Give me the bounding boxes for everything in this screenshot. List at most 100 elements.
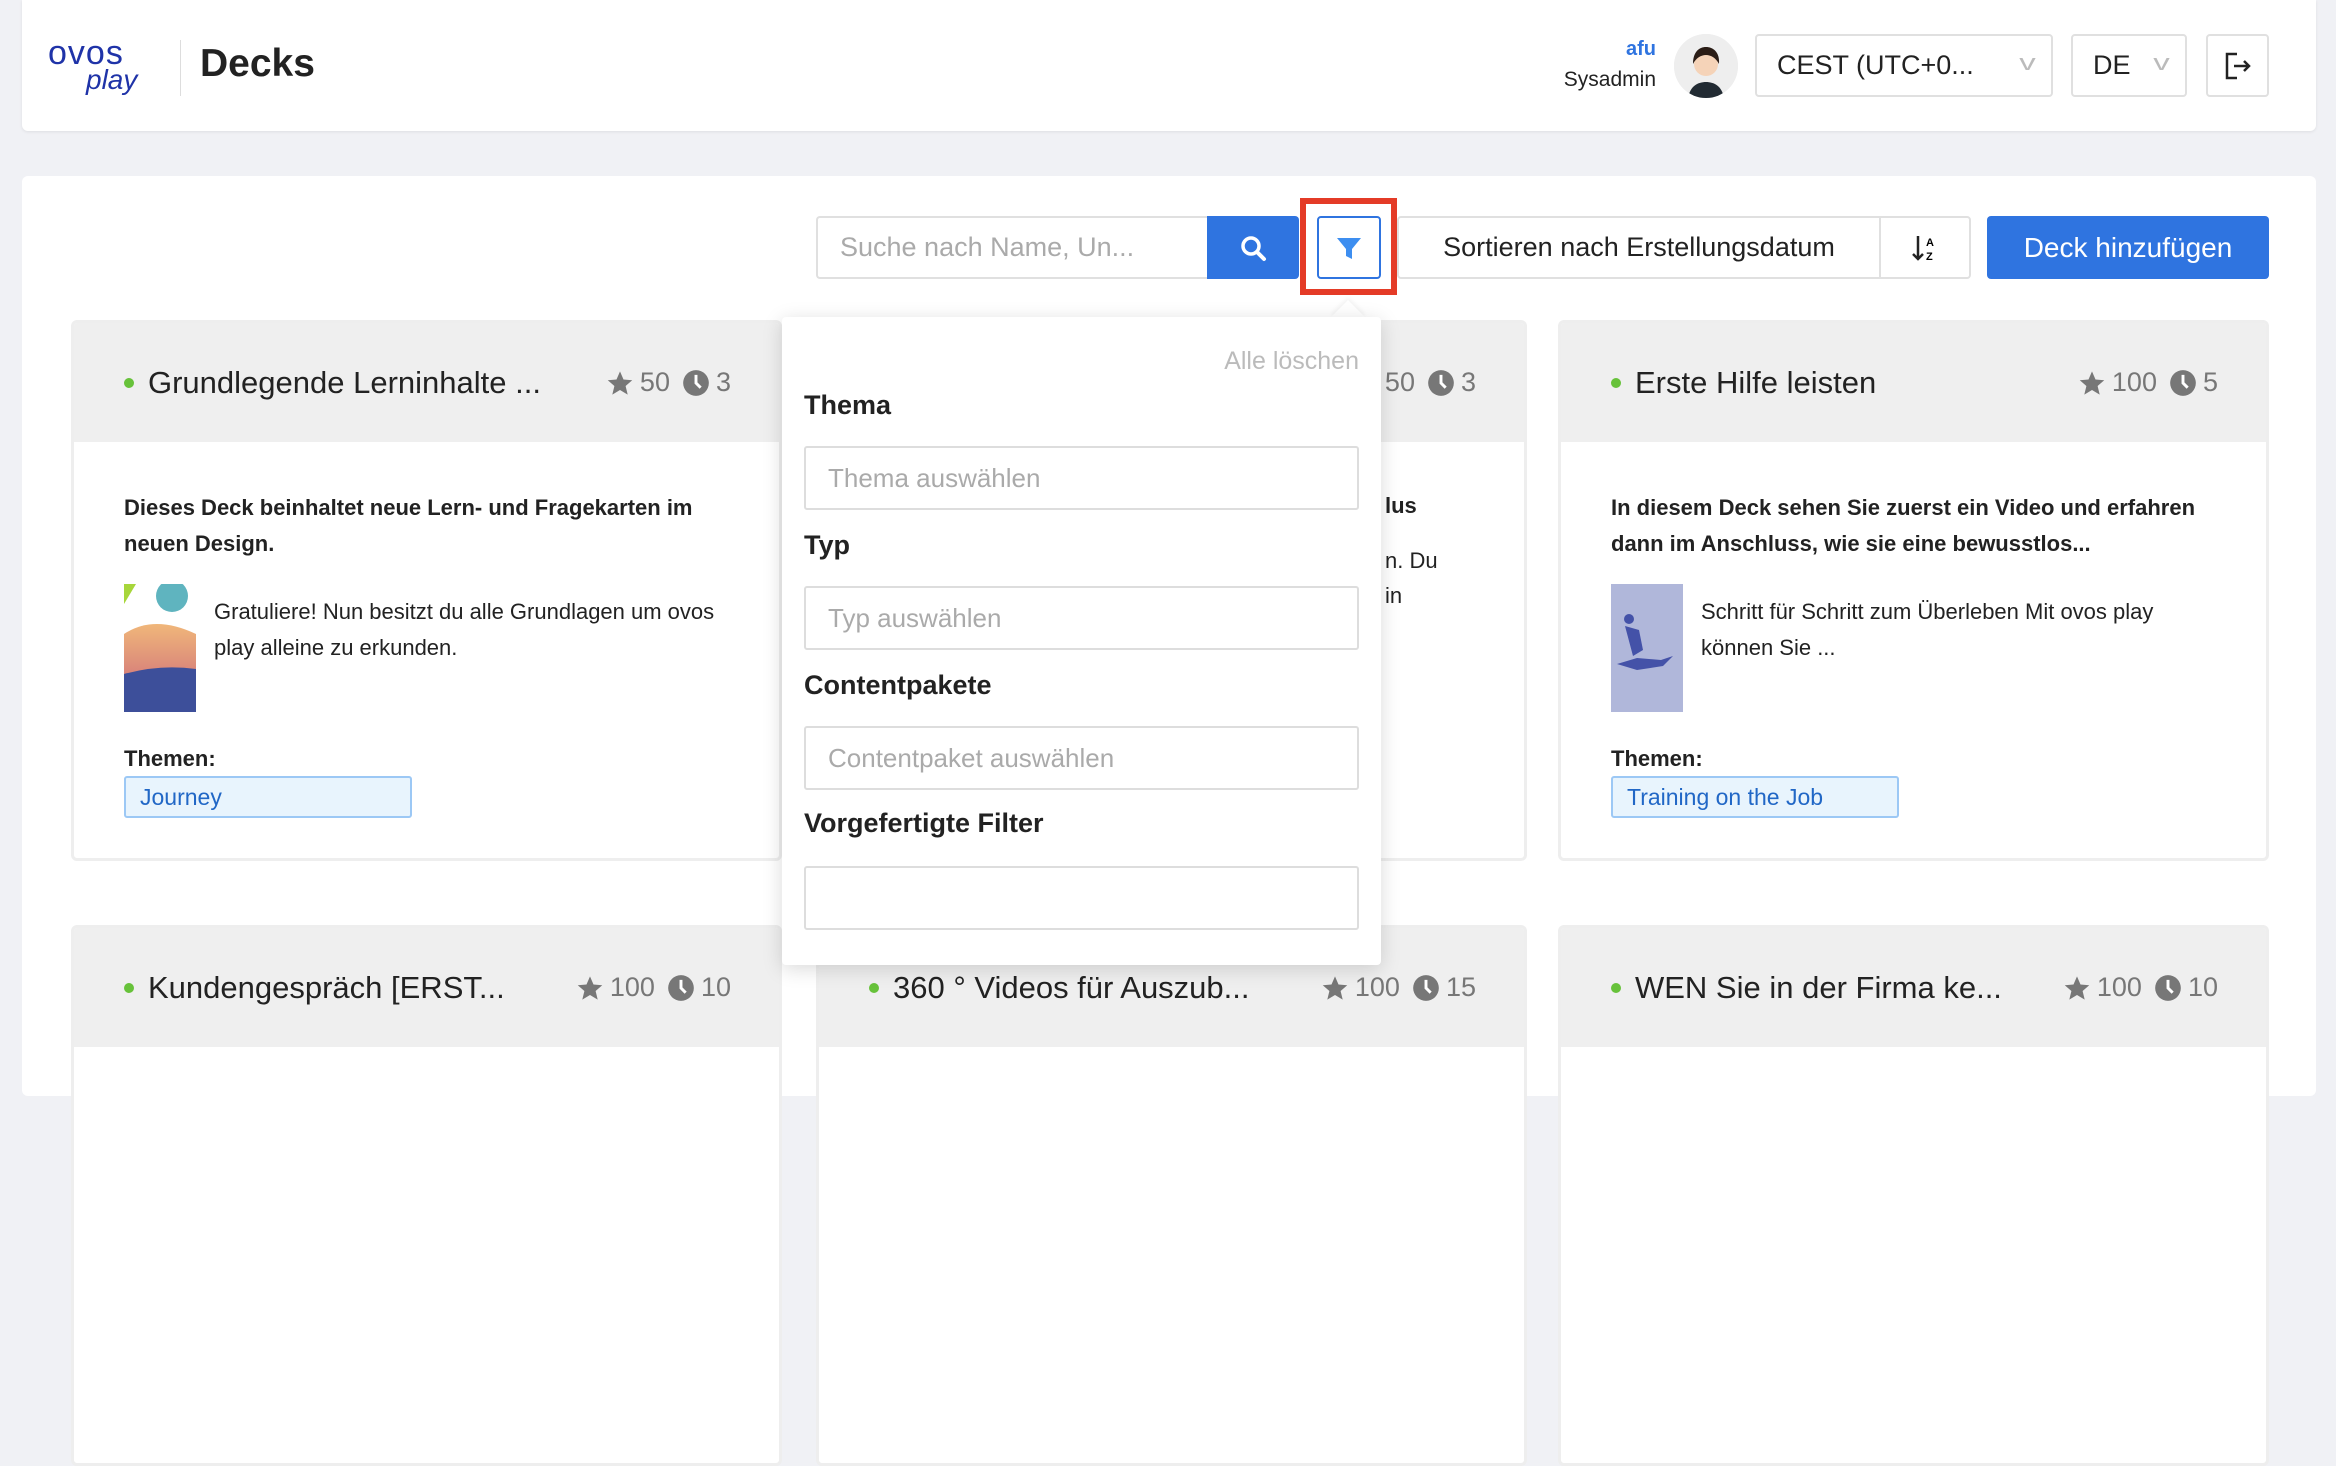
deck-card-header: Kundengespräch [ERST... 100 10 — [74, 928, 779, 1047]
status-dot — [869, 982, 879, 993]
deck-card[interactable]: Grundlegende Lerninhalte ... 50 3 Dieses… — [71, 320, 782, 861]
points-value: 100 — [2096, 972, 2142, 1002]
clock-icon — [2170, 369, 2196, 396]
deck-points: 100 — [1321, 972, 1400, 1003]
deck-card-header: WEN Sie in der Firma ke... 100 10 — [1561, 928, 2266, 1047]
duration-value: 3 — [1460, 367, 1476, 397]
search-input[interactable]: Suche nach Name, Un... — [816, 216, 1208, 279]
deck-card[interactable]: Erste Hilfe leisten 100 5 In diesem Deck… — [1558, 320, 2269, 861]
filter-label-content-packages: Contentpakete — [804, 670, 992, 700]
content-package-select[interactable]: Contentpaket auswählen — [804, 726, 1359, 790]
timezone-select[interactable]: CEST (UTC+0... v — [1755, 34, 2053, 97]
filter-icon — [1337, 237, 1361, 259]
duration-value: 10 — [700, 972, 731, 1002]
points-value: 100 — [2111, 367, 2157, 397]
deck-card-text: Gratuliere! Nun besitzt du alle Grundlag… — [214, 599, 715, 660]
deck-duration: 5 — [2169, 367, 2218, 398]
filter-button[interactable] — [1317, 216, 1381, 279]
deck-title[interactable]: Erste Hilfe leisten — [1635, 365, 2066, 401]
sort-direction-button[interactable]: AZ — [1880, 216, 1971, 279]
theme-tag[interactable]: Training on the Job — [1611, 776, 1899, 818]
deck-points: 100 — [2078, 367, 2157, 398]
star-icon — [2079, 370, 2105, 395]
deck-duration: 3 — [682, 367, 731, 398]
deck-description: In diesem Deck sehen Sie zuerst ein Vide… — [1611, 495, 2196, 556]
sort-descending-icon: AZ — [1912, 235, 1934, 263]
search-button[interactable] — [1207, 216, 1299, 279]
duration-value: 5 — [2202, 367, 2218, 397]
deck-card-text: Schritt für Schritt zum Überleben Mit ov… — [1701, 599, 2154, 660]
user-role: Sysadmin — [1563, 68, 1656, 91]
deck-card[interactable]: 360 ° Videos für Auszub... 100 15 — [816, 925, 1527, 1466]
deck-description: Dieses Deck beinhaltet neue Lern- und Fr… — [124, 495, 693, 556]
clock-icon — [668, 974, 694, 1001]
ovos-play-logo[interactable]: ovos play — [48, 34, 168, 96]
logout-button[interactable] — [2206, 34, 2269, 97]
theme-select[interactable]: Thema auswählen — [804, 446, 1359, 510]
deck-points: 100 — [2063, 972, 2142, 1003]
add-deck-button[interactable]: Deck hinzufügen — [1987, 216, 2269, 279]
deck-card[interactable]: Kundengespräch [ERST... 100 10 — [71, 925, 782, 1466]
deck-points: 50 — [606, 367, 670, 398]
clear-all-link[interactable]: Alle löschen — [1224, 347, 1359, 376]
themes-label: Themen: — [1611, 746, 1703, 771]
timezone-value: CEST (UTC+0... — [1777, 50, 1974, 80]
filter-label-type: Typ — [804, 530, 850, 560]
deck-text-fragment: n. Du — [1385, 548, 1438, 573]
deck-title[interactable]: WEN Sie in der Firma ke... — [1635, 970, 2051, 1006]
logo-text-bottom: play — [86, 64, 138, 95]
points-value: 50 — [1384, 367, 1415, 397]
deck-duration: 10 — [2154, 972, 2218, 1003]
status-dot — [124, 982, 134, 993]
filter-popup: Alle löschen Thema Thema auswählen Typ T… — [782, 317, 1381, 965]
clock-icon — [2155, 974, 2181, 1001]
deck-duration: 3 — [1427, 367, 1476, 398]
content-package-placeholder: Contentpaket auswählen — [828, 742, 1115, 773]
deck-thumbnail — [124, 584, 196, 712]
type-select[interactable]: Typ auswählen — [804, 586, 1359, 650]
filter-label-theme: Thema — [804, 390, 892, 420]
deck-card[interactable]: WEN Sie in der Firma ke... 100 10 — [1558, 925, 2269, 1466]
deck-duration: 15 — [1412, 972, 1476, 1003]
points-value: 100 — [1354, 972, 1400, 1002]
type-placeholder: Typ auswählen — [828, 602, 1002, 633]
sort-select[interactable]: Sortieren nach Erstellungsdatum — [1397, 216, 1881, 279]
avatar-icon — [1674, 34, 1738, 98]
status-dot — [1611, 982, 1621, 993]
duration-value: 15 — [1445, 972, 1476, 1002]
clock-icon — [683, 369, 709, 396]
page-title: Decks — [200, 42, 315, 85]
status-dot — [124, 377, 134, 388]
filter-label-presets: Vorgefertigte Filter — [804, 808, 1044, 838]
star-icon — [607, 370, 633, 395]
clock-icon — [1413, 974, 1439, 1001]
svg-text:Z: Z — [1926, 251, 1933, 263]
deck-title[interactable]: Grundlegende Lerninhalte ... — [148, 365, 594, 401]
svg-text:A: A — [1926, 237, 1934, 249]
duration-value: 10 — [2187, 972, 2218, 1002]
logout-icon — [2225, 52, 2251, 79]
language-value: DE — [2093, 50, 2131, 80]
user-name[interactable]: afu — [1626, 38, 1656, 61]
star-icon — [2064, 975, 2090, 1000]
search-placeholder: Suche nach Name, Un... — [840, 232, 1135, 262]
status-dot — [1611, 377, 1621, 388]
deck-duration: 10 — [667, 972, 731, 1003]
avatar[interactable] — [1674, 34, 1738, 98]
themes-label: Themen: — [124, 746, 216, 771]
star-icon — [577, 975, 603, 1000]
theme-tag[interactable]: Journey — [124, 776, 412, 818]
deck-title[interactable]: Kundengespräch [ERST... — [148, 970, 564, 1006]
duration-value: 3 — [715, 367, 731, 397]
deck-text-fragment: in — [1385, 583, 1403, 608]
deck-thumbnail — [1611, 584, 1683, 712]
clock-icon — [1428, 369, 1454, 396]
preset-filter-select[interactable] — [804, 866, 1359, 930]
language-select[interactable]: DE v — [2071, 34, 2187, 97]
chevron-down-icon: v — [2019, 50, 2036, 75]
search-icon — [1241, 235, 1266, 261]
deck-points: 100 — [576, 972, 655, 1003]
star-icon — [1322, 975, 1348, 1000]
deck-title[interactable]: 360 ° Videos für Auszub... — [893, 970, 1309, 1006]
deck-card-header: Erste Hilfe leisten 100 5 — [1561, 323, 2266, 442]
